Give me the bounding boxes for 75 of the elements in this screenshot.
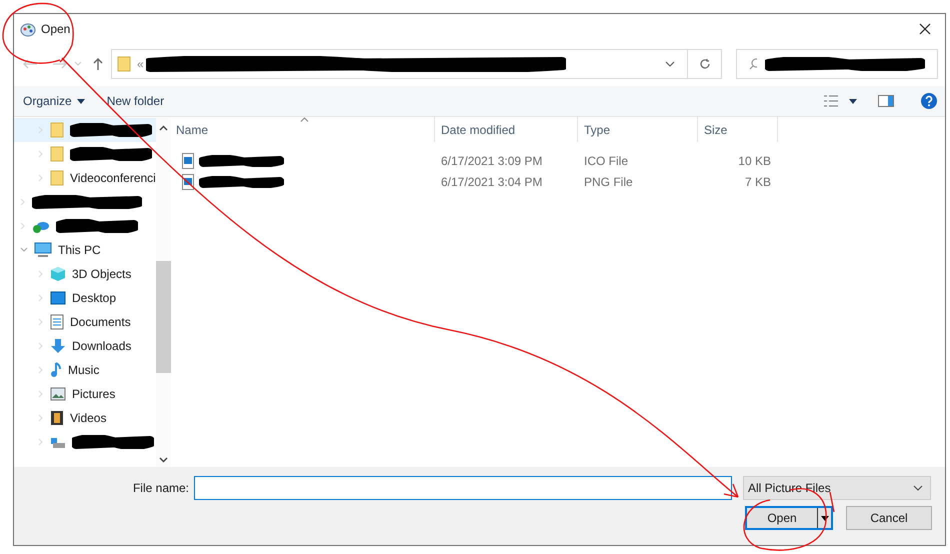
- chevron-down-icon: [913, 485, 923, 491]
- folder-icon: [50, 122, 64, 138]
- folder-icon: [50, 146, 64, 162]
- search-field[interactable]: [736, 49, 938, 79]
- nav-item[interactable]: This PC: [14, 238, 156, 262]
- nav-item[interactable]: Downloads: [14, 334, 156, 358]
- chevron-down-icon[interactable]: [665, 61, 675, 67]
- nav-item[interactable]: Videoconferenci: [14, 166, 156, 190]
- nav-label: Videos: [70, 410, 106, 427]
- film-icon: [50, 410, 64, 426]
- nav-label: Downloads: [72, 338, 132, 355]
- nav-label: Pictures: [72, 386, 116, 403]
- column-header[interactable]: Type: [578, 117, 698, 142]
- cube-icon: [50, 266, 66, 282]
- date-cell-text: 6/17/2021 3:09 PM: [440, 152, 544, 170]
- preview-pane-icon[interactable]: [878, 95, 894, 107]
- nav-item[interactable]: Videos: [14, 406, 156, 430]
- type-cell-text: PNG File: [583, 174, 634, 190]
- picture-icon: [50, 387, 66, 401]
- window-title: Open: [41, 21, 70, 38]
- nav-label: Desktop: [72, 290, 116, 307]
- file-name-field[interactable]: [194, 476, 732, 500]
- back-arrow-icon[interactable]: [22, 58, 38, 70]
- scrollbar-thumb[interactable]: [156, 261, 171, 373]
- caret-icon: [76, 98, 85, 104]
- desktop-icon: [50, 291, 66, 305]
- nav-label: Videoconferenci: [70, 170, 156, 187]
- column-header[interactable]: Date modified: [435, 117, 578, 142]
- file-row[interactable]: 6/17/2021 3:04 PM PNG File 7 KB: [170, 171, 945, 192]
- up-arrow-icon[interactable]: [92, 57, 104, 71]
- open-button[interactable]: Open: [745, 506, 833, 530]
- file-row[interactable]: 6/17/2021 3:09 PM ICO File 10 KB: [170, 150, 945, 171]
- chevron-up-icon[interactable]: [158, 125, 168, 131]
- close-icon: [919, 23, 931, 35]
- file-name-label: File name:: [132, 480, 189, 497]
- monitor-icon: [34, 242, 52, 258]
- document-icon: [50, 314, 64, 330]
- size-cell-text: 7 KB: [744, 174, 771, 190]
- column-header[interactable]: Size: [698, 117, 778, 142]
- refresh-icon[interactable]: [698, 58, 710, 70]
- nav-item[interactable]: Pictures: [14, 382, 156, 406]
- image-file-icon: [182, 152, 194, 168]
- help-icon[interactable]: [921, 93, 937, 109]
- nav-item[interactable]: [14, 118, 156, 142]
- drive-icon: [50, 435, 66, 449]
- cloud-icon: [32, 219, 50, 233]
- folder-icon: [50, 170, 64, 186]
- nav-label: Documents: [70, 314, 131, 331]
- nav-item[interactable]: Desktop: [14, 286, 156, 310]
- nav-item[interactable]: Documents: [14, 310, 156, 334]
- nav-label: This PC: [58, 242, 101, 259]
- view-options-icon[interactable]: [823, 95, 839, 107]
- forward-arrow-icon[interactable]: [52, 58, 68, 70]
- nav-item[interactable]: 3D Objects: [14, 262, 156, 286]
- new-folder-button[interactable]: New folder: [106, 92, 164, 110]
- music-note-icon: [50, 362, 62, 378]
- folder-icon: [117, 56, 131, 72]
- search-icon: [749, 58, 757, 70]
- down-arrow-icon: [50, 338, 66, 354]
- chevron-down-icon[interactable]: [158, 457, 168, 463]
- date-cell-text: 6/17/2021 3:04 PM: [440, 174, 544, 190]
- nav-label: Music: [68, 362, 100, 379]
- cancel-button[interactable]: Cancel: [846, 506, 932, 530]
- organize-button[interactable]: Organize: [23, 92, 85, 110]
- size-cell-text: 10 KB: [737, 152, 771, 170]
- type-cell-text: ICO File: [583, 152, 630, 170]
- column-header[interactable]: Name: [170, 117, 435, 142]
- nav-label: 3D Objects: [72, 266, 132, 283]
- caret-icon: [820, 516, 828, 520]
- palette-icon: [20, 21, 36, 37]
- breadcrumb-overflow[interactable]: «: [137, 55, 144, 73]
- caret-icon[interactable]: [849, 98, 857, 104]
- image-file-icon: [182, 174, 194, 190]
- nav-item[interactable]: Music: [14, 358, 156, 382]
- address-bar[interactable]: «: [111, 49, 722, 79]
